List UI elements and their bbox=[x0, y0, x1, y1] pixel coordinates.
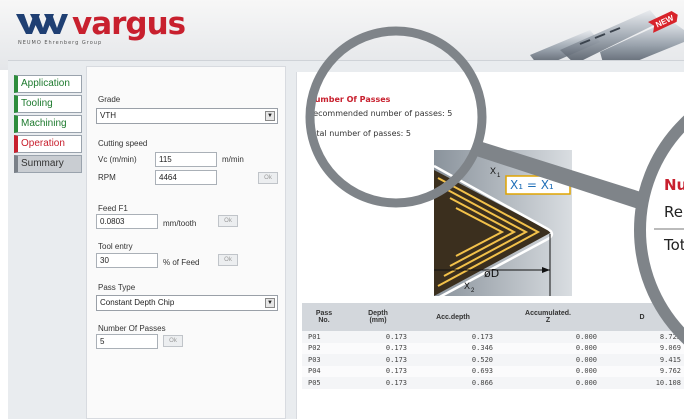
table-row: P02 0.173 0.346 0.000 9.069 bbox=[302, 342, 684, 354]
cell-d: 8.723 bbox=[600, 331, 684, 343]
x2-label: X bbox=[464, 281, 470, 291]
col-pass-no: Pass No. bbox=[302, 303, 346, 331]
rpm-input[interactable]: 4464 bbox=[155, 170, 217, 185]
tab-summary[interactable]: Summary bbox=[14, 155, 82, 173]
recommended-passes-text: Recommended number of passes: 5 bbox=[308, 109, 453, 118]
feed-label: Feed F1 bbox=[98, 204, 128, 213]
cell-pass-no: P03 bbox=[302, 354, 346, 366]
tab-tooling[interactable]: Tooling bbox=[14, 95, 82, 113]
cell-depth: 0.173 bbox=[346, 365, 410, 377]
vargus-logo-icon bbox=[16, 14, 68, 34]
tool-entry-input[interactable]: 30 bbox=[96, 253, 158, 268]
tab-application[interactable]: Application bbox=[14, 75, 82, 93]
passes-table: Pass No. Depth (mm) Acc.depth Accumulated.… bbox=[302, 303, 684, 389]
cell-depth: 0.173 bbox=[346, 342, 410, 354]
cell-accumulated-z: 0.000 bbox=[496, 365, 600, 377]
table-row: P01 0.173 0.173 0.000 8.723 bbox=[302, 331, 684, 343]
tab-machining[interactable]: Machining bbox=[14, 115, 82, 133]
col-d: D bbox=[600, 303, 684, 331]
cell-pass-no: P01 bbox=[302, 331, 346, 343]
brand-logo-text: vargus bbox=[72, 6, 186, 42]
total-passes-text: Total number of passes: 5 bbox=[308, 129, 411, 138]
table-row: P05 0.173 0.866 0.000 10.108 bbox=[302, 377, 684, 389]
passes-ok-button[interactable]: Ok bbox=[163, 335, 183, 347]
number-of-passes-input[interactable]: 5 bbox=[96, 334, 158, 349]
cell-d: 9.415 bbox=[600, 354, 684, 366]
cell-depth: 0.173 bbox=[346, 377, 410, 389]
rpm-label: RPM bbox=[98, 173, 116, 182]
cell-depth: 0.173 bbox=[346, 354, 410, 366]
cell-acc-depth: 0.346 bbox=[410, 342, 496, 354]
number-of-passes-label: Number Of Passes bbox=[98, 324, 166, 333]
brand-subtitle: NEUMO Ehrenberg Group bbox=[18, 40, 103, 46]
grade-select[interactable]: VTH ▼ bbox=[96, 108, 278, 124]
vc-label: Vc (m/min) bbox=[98, 155, 137, 164]
equation-text: X₁ = X₁ bbox=[510, 178, 554, 192]
pass-type-label: Pass Type bbox=[98, 283, 136, 292]
cell-accumulated-z: 0.000 bbox=[496, 342, 600, 354]
cell-accumulated-z: 0.000 bbox=[496, 331, 600, 343]
feed-unit: mm/tooth bbox=[163, 219, 197, 228]
table-header-row: Pass No. Depth (mm) Acc.depth Accumulated.… bbox=[302, 303, 684, 331]
tool-entry-label: Tool entry bbox=[98, 242, 133, 251]
cell-acc-depth: 0.173 bbox=[410, 331, 496, 343]
cell-acc-depth: 0.520 bbox=[410, 354, 496, 366]
col-acc-depth: Acc.depth bbox=[410, 303, 496, 331]
cell-d: 9.762 bbox=[600, 365, 684, 377]
diameter-label: øD bbox=[484, 267, 499, 280]
cell-depth: 0.173 bbox=[346, 331, 410, 343]
tab-operation[interactable]: Operation bbox=[14, 135, 82, 153]
x1-label: X bbox=[490, 166, 496, 176]
col-depth: Depth (mm) bbox=[346, 303, 410, 331]
cutting-speed-label: Cutting speed bbox=[98, 139, 148, 148]
feed-input[interactable]: 0.0803 bbox=[96, 214, 158, 229]
grade-label: Grade bbox=[98, 95, 121, 104]
tool-entry-unit: % of Feed bbox=[163, 258, 200, 267]
col-accumulated-z: Accumulated. Z bbox=[496, 303, 600, 331]
dropdown-arrow-icon[interactable]: ▼ bbox=[265, 298, 275, 308]
cell-acc-depth: 0.693 bbox=[410, 365, 496, 377]
grade-value: VTH bbox=[100, 111, 116, 120]
vc-input[interactable]: 115 bbox=[155, 152, 217, 167]
cell-d: 10.108 bbox=[600, 377, 684, 389]
thread-pass-diagram: X 1 X₁ = X₁ X 2 øD bbox=[434, 150, 572, 296]
cell-accumulated-z: 0.000 bbox=[496, 354, 600, 366]
dropdown-arrow-icon[interactable]: ▼ bbox=[265, 111, 275, 121]
cell-acc-depth: 0.866 bbox=[410, 377, 496, 389]
pass-type-value: Constant Depth Chip bbox=[100, 298, 175, 307]
table-row: P04 0.173 0.693 0.000 9.762 bbox=[302, 365, 684, 377]
rpm-ok-button[interactable]: Ok bbox=[258, 172, 278, 184]
vc-unit: m/min bbox=[222, 155, 244, 164]
table-row: P03 0.173 0.520 0.000 9.415 bbox=[302, 354, 684, 366]
tool-entry-ok-button[interactable]: Ok bbox=[218, 254, 238, 266]
cell-accumulated-z: 0.000 bbox=[496, 377, 600, 389]
results-title: Number Of Passes bbox=[308, 95, 391, 104]
feed-ok-button[interactable]: Ok bbox=[218, 215, 238, 227]
cell-pass-no: P04 bbox=[302, 365, 346, 377]
cell-pass-no: P05 bbox=[302, 377, 346, 389]
cell-d: 9.069 bbox=[600, 342, 684, 354]
cell-pass-no: P02 bbox=[302, 342, 346, 354]
pass-type-select[interactable]: Constant Depth Chip ▼ bbox=[96, 295, 278, 311]
